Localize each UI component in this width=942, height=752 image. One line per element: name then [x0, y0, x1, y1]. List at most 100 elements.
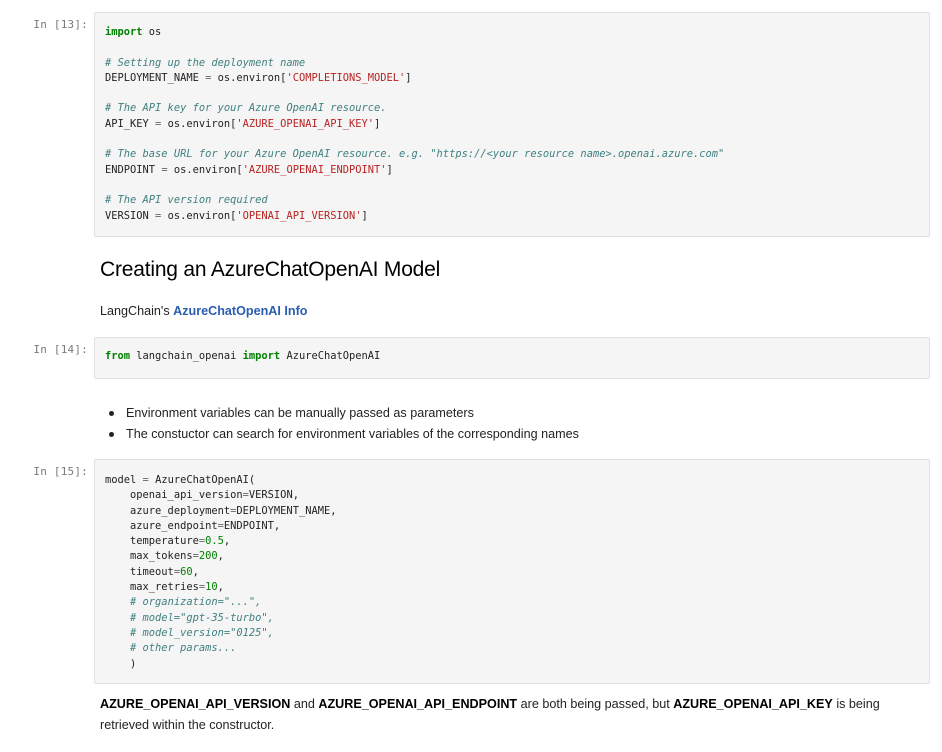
list-item: The constuctor can search for environmen…	[106, 424, 579, 445]
bullet-dot	[109, 432, 114, 437]
code-input[interactable]: import os # Setting up the deployment nam…	[94, 12, 930, 237]
code-line: # Setting up the deployment name	[105, 56, 919, 71]
api-key-var: AZURE_OPENAI_API_KEY	[673, 697, 833, 711]
code-token: import	[105, 26, 143, 38]
code-line: from langchain_openai import AzureChatOp…	[105, 349, 919, 364]
code-token: ,	[223, 535, 231, 548]
explanation-paragraph: AZURE_OPENAI_API_VERSION and AZURE_OPENA…	[100, 697, 880, 732]
cell-prompt: In [14]:	[33, 343, 88, 356]
code-token: # The API key for your Azure OpenAI reso…	[105, 102, 387, 115]
code-token: 'OPENAI_API_VERSION'	[236, 209, 362, 222]
list-item: Environment variables can be manually pa…	[106, 403, 579, 424]
code-token: # The base URL for your Azure OpenAI res…	[105, 148, 725, 161]
api-endpoint-var: AZURE_OPENAI_API_ENDPOINT	[318, 697, 518, 711]
code-input[interactable]: model = AzureChatOpenAI( openai_api_vers…	[94, 459, 930, 684]
code-line: model = AzureChatOpenAI(	[105, 473, 919, 488]
code-line: # model="gpt-35-turbo",	[105, 611, 919, 626]
code-line: temperature=0.5,	[105, 534, 919, 549]
code-token: AzureChatOpenAI(	[148, 474, 256, 486]
bullet-dot	[109, 411, 114, 416]
code-token: max_retries	[105, 581, 199, 594]
api-version-var: AZURE_OPENAI_API_VERSION	[100, 697, 291, 711]
code-token: ]	[405, 71, 412, 84]
code-token: os.environ[	[161, 209, 237, 222]
code-line: # The base URL for your Azure OpenAI res…	[105, 147, 919, 162]
cell-prompt: In [13]:	[33, 18, 88, 31]
code-token: DEPLOYMENT_NAME,	[236, 504, 337, 517]
code-line: # other params...	[105, 641, 919, 656]
code-token: 'AZURE_OPENAI_API_KEY'	[236, 117, 375, 130]
code-input[interactable]: from langchain_openai import AzureChatOp…	[94, 337, 930, 379]
code-line: API_KEY = os.environ['AZURE_OPENAI_API_K…	[105, 117, 919, 132]
code-token: ,	[192, 565, 199, 578]
code-token: 60	[180, 565, 193, 578]
info-paragraph: LangChain's AzureChatOpenAI Info	[100, 301, 307, 322]
code-token: openai_api_version	[105, 489, 243, 502]
info-prefix: LangChain's	[100, 304, 174, 318]
code-token: import	[242, 350, 281, 362]
code-token: from	[105, 350, 131, 362]
code-line: max_tokens=200,	[105, 549, 919, 564]
code-token: ENDPOINT,	[223, 519, 281, 532]
code-token: azure_deployment	[105, 504, 231, 517]
code-token: # organization="...",	[130, 596, 262, 609]
code-token: API_KEY	[105, 117, 156, 130]
code-token: AzureChatOpenAI	[280, 350, 381, 362]
code-line: # The API key for your Azure OpenAI reso…	[105, 101, 919, 116]
code-token: # model_version="0125",	[130, 626, 274, 639]
code-token: 10	[205, 581, 218, 594]
code-token: 200	[198, 550, 218, 563]
code-line: ENDPOINT = os.environ['AZURE_OPENAI_ENDP…	[105, 163, 919, 178]
explanation-line-2: retrieved within the constructor.	[100, 718, 275, 732]
code-token: VERSION	[105, 209, 156, 222]
code-token: ]	[386, 163, 393, 176]
code-token: langchain_openai	[130, 350, 243, 362]
code-token: max_tokens	[105, 550, 193, 563]
code-token: DEPLOYMENT_NAME	[105, 71, 206, 84]
cell-prompt: In [15]:	[33, 465, 88, 478]
code-token: timeout	[105, 565, 174, 578]
code-token: VERSION,	[248, 489, 299, 502]
code-line: DEPLOYMENT_NAME = os.environ['COMPLETION…	[105, 71, 919, 86]
code-token: # model="gpt-35-turbo",	[130, 611, 274, 624]
code-token: )	[105, 657, 137, 670]
code-line: # The API version required	[105, 193, 919, 208]
code-line: )	[105, 657, 919, 672]
code-token: model	[105, 474, 143, 486]
code-line: import os	[105, 25, 919, 40]
code-token: ,	[217, 581, 224, 594]
section-heading: Creating an AzureChatOpenAI Model	[100, 258, 441, 281]
code-line: azure_endpoint=ENDPOINT,	[105, 519, 919, 534]
code-token: 0.5	[205, 535, 224, 548]
code-line: # model_version="0125",	[105, 626, 919, 641]
code-line: max_retries=10,	[105, 580, 919, 595]
code-token: ]	[361, 209, 368, 222]
bullet-list: Environment variables can be manually pa…	[106, 403, 579, 445]
code-line: openai_api_version=VERSION,	[105, 488, 919, 503]
code-token: 'AZURE_OPENAI_ENDPOINT'	[242, 163, 387, 176]
code-token: # Setting up the deployment name	[105, 56, 306, 69]
code-token: os	[142, 26, 162, 38]
azurechatopenai-info-link[interactable]: AzureChatOpenAI Info	[173, 304, 307, 318]
code-token: ,	[217, 550, 224, 563]
code-token: # other params...	[130, 642, 237, 655]
code-token: ]	[374, 117, 381, 130]
code-line: timeout=60,	[105, 565, 919, 580]
code-token: 'COMPLETIONS_MODEL'	[286, 71, 406, 84]
code-line: azure_deployment=DEPLOYMENT_NAME,	[105, 504, 919, 519]
code-token: temperature	[105, 535, 199, 548]
code-token: # The API version required	[105, 194, 268, 207]
code-token: azure_endpoint	[105, 519, 218, 532]
code-token: ENDPOINT	[105, 163, 162, 176]
code-line: # organization="...",	[105, 595, 919, 610]
code-token: os.environ[	[161, 117, 237, 130]
code-token: os.environ[	[211, 71, 287, 84]
